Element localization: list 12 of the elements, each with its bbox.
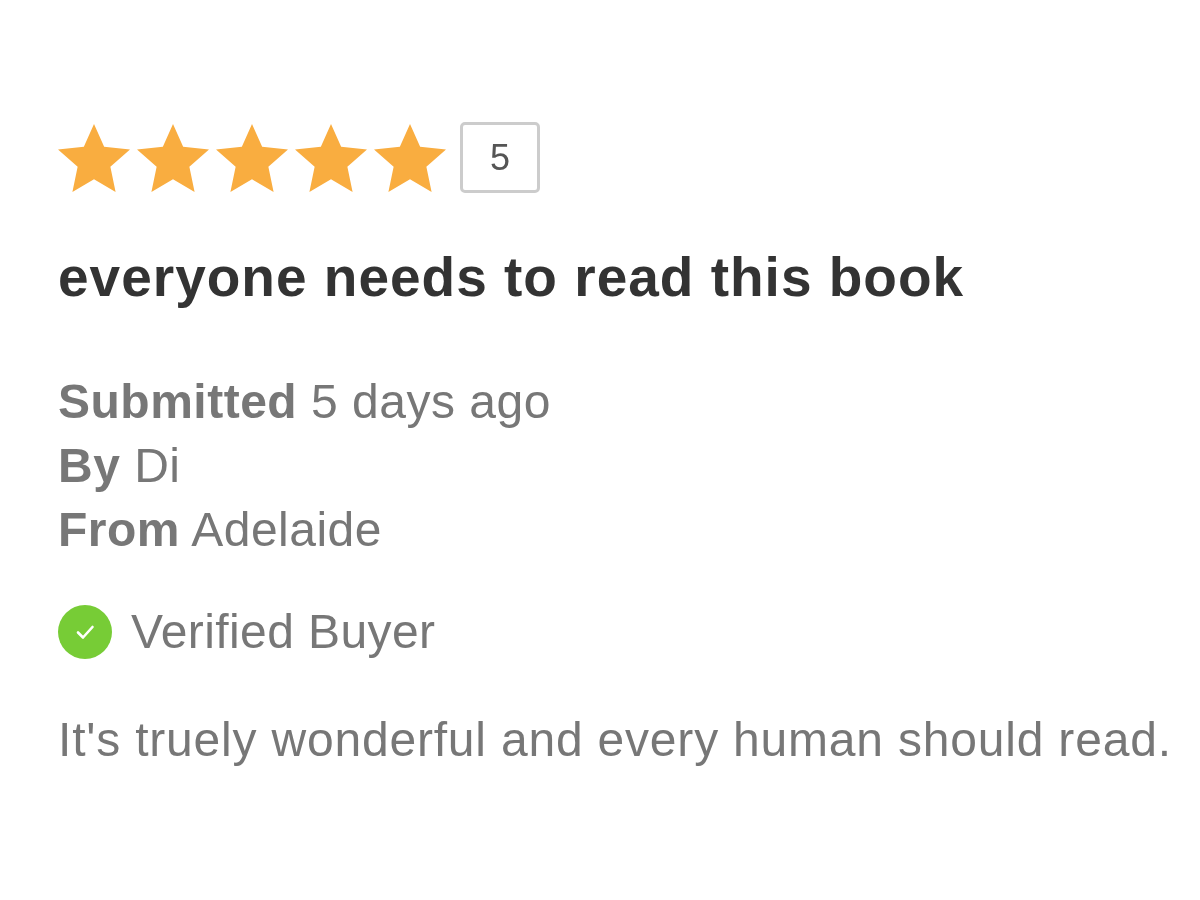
star-icon [58, 122, 130, 193]
star-icon [374, 122, 446, 193]
star-icon [137, 122, 209, 193]
review-meta-line: By Di [58, 438, 181, 494]
review-text: It's truely wonderful and every human should read. [58, 712, 1173, 768]
verified-buyer-label: Verified Buyer [131, 604, 436, 660]
rating-score: 5 [460, 122, 540, 193]
star-icon [295, 122, 367, 193]
review-title: everyone needs to read this book [58, 247, 966, 307]
review-meta-line: From Adelaide [58, 502, 382, 558]
review-meta-line: Submitted 5 days ago [58, 374, 551, 430]
star-icon [216, 122, 288, 193]
